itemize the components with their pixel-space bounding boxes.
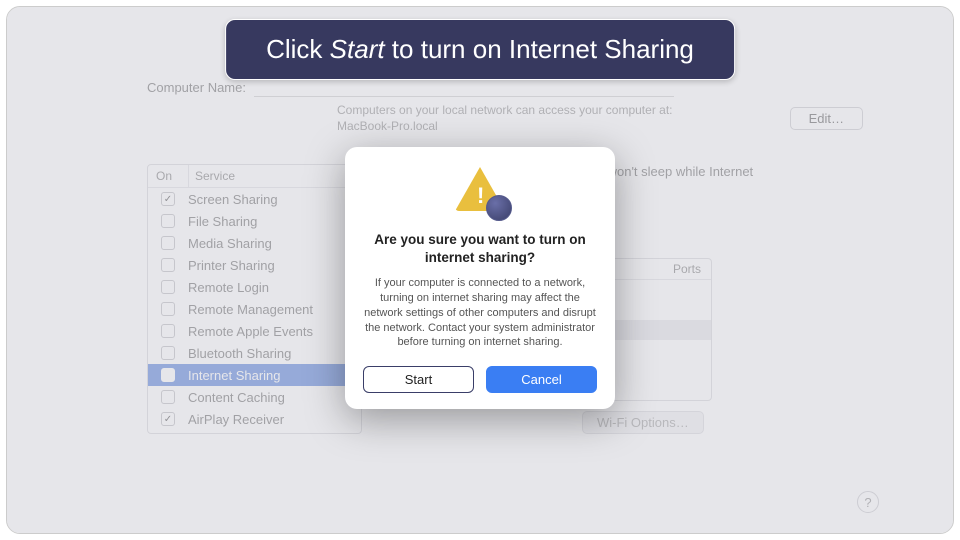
col-header-service: Service [188, 165, 361, 187]
dialog-title: Are you sure you want to turn on interne… [363, 231, 597, 266]
service-row[interactable]: ✓ AirPlay Receiver [148, 408, 361, 430]
service-row[interactable]: Remote Apple Events [148, 320, 361, 342]
wifi-options-button[interactable]: Wi-Fi Options… [582, 411, 704, 434]
warning-icon [452, 167, 508, 217]
edit-button[interactable]: Edit… [790, 107, 863, 130]
service-row[interactable]: Remote Login [148, 276, 361, 298]
service-label: File Sharing [188, 214, 257, 229]
confirm-dialog: Are you sure you want to turn on interne… [345, 147, 615, 409]
service-row[interactable]: Printer Sharing [148, 254, 361, 276]
service-checkbox[interactable] [161, 258, 175, 272]
service-checkbox[interactable] [161, 324, 175, 338]
dialog-body: If your computer is connected to a netwo… [363, 276, 597, 350]
service-row[interactable]: ✓ Screen Sharing [148, 188, 361, 210]
service-row[interactable]: Content Caching [148, 386, 361, 408]
service-checkbox[interactable]: ✓ [161, 192, 175, 206]
service-row[interactable]: Bluetooth Sharing [148, 342, 361, 364]
service-label: Remote Management [188, 302, 313, 317]
service-label: Internet Sharing [188, 368, 281, 383]
service-checkbox[interactable] [161, 236, 175, 250]
computer-name-label: Computer Name: [147, 80, 246, 95]
computer-name-input[interactable] [254, 77, 674, 97]
service-label: Media Sharing [188, 236, 272, 251]
service-label: Content Caching [188, 390, 285, 405]
sharing-pref-icon [486, 195, 512, 221]
service-checkbox[interactable] [161, 214, 175, 228]
service-row[interactable]: File Sharing [148, 210, 361, 232]
cancel-button[interactable]: Cancel [486, 366, 597, 393]
service-label: Bluetooth Sharing [188, 346, 291, 361]
service-checkbox[interactable] [161, 302, 175, 316]
service-row[interactable]: Remote Management [148, 298, 361, 320]
service-row[interactable]: Media Sharing [148, 232, 361, 254]
help-button[interactable]: ? [857, 491, 879, 513]
banner-emphasis: Start [330, 34, 385, 64]
col-header-on: On [148, 165, 188, 187]
service-checkbox[interactable]: ✓ [161, 412, 175, 426]
service-label: Printer Sharing [188, 258, 275, 273]
service-label: Remote Apple Events [188, 324, 313, 339]
service-label: Remote Login [188, 280, 269, 295]
banner-suffix: to turn on Internet Sharing [385, 34, 694, 64]
service-list: On Service ✓ Screen Sharing File Sharing Me… [147, 164, 362, 434]
service-checkbox[interactable] [161, 390, 175, 404]
service-row[interactable]: Internet Sharing [148, 364, 361, 386]
banner-prefix: Click [266, 34, 330, 64]
service-label: Screen Sharing [188, 192, 278, 207]
service-checkbox[interactable] [161, 280, 175, 294]
service-label: AirPlay Receiver [188, 412, 284, 427]
service-checkbox[interactable] [161, 368, 175, 382]
instruction-banner: Click Start to turn on Internet Sharing [225, 19, 735, 80]
start-button[interactable]: Start [363, 366, 474, 393]
service-checkbox[interactable] [161, 346, 175, 360]
